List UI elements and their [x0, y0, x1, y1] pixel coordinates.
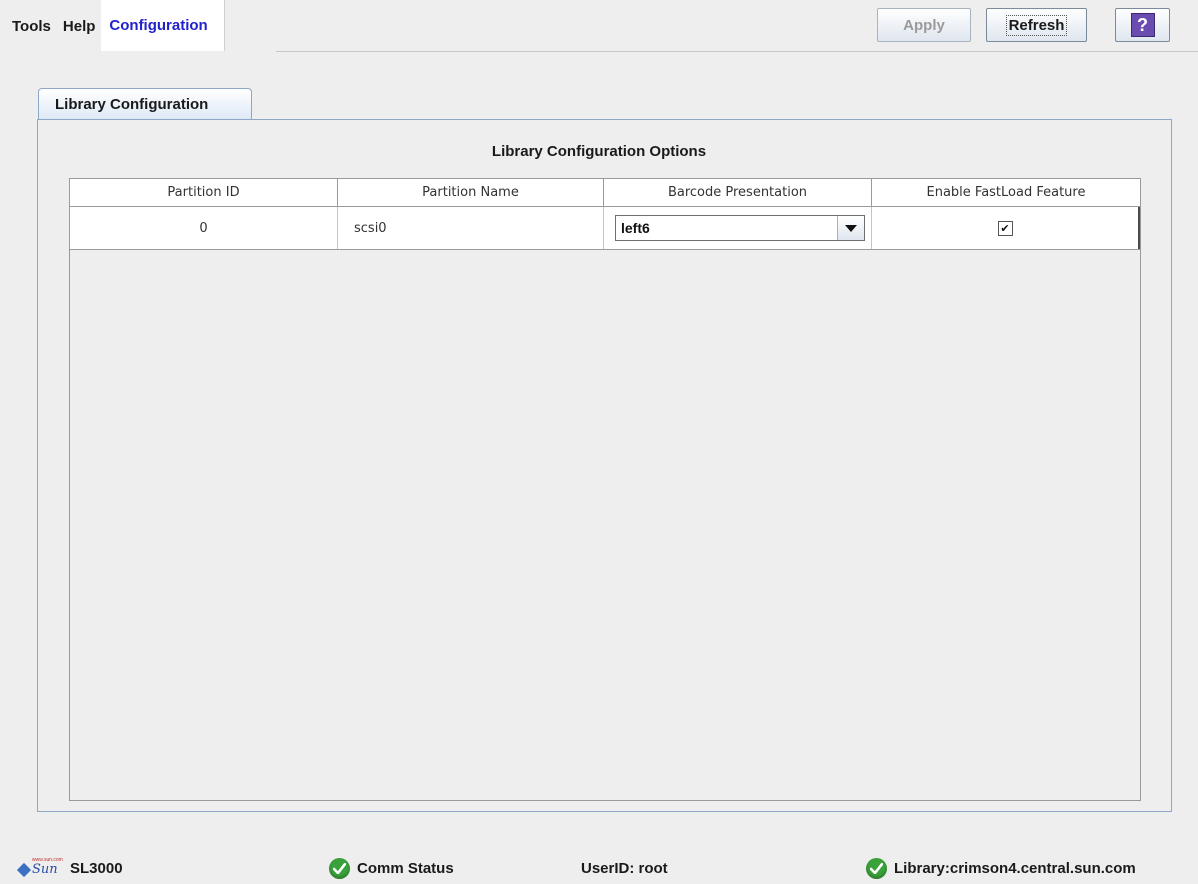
column-header-fastload[interactable]: Enable FastLoad Feature — [872, 179, 1140, 206]
menu-bar: Tools Help Configuration — [0, 0, 225, 52]
help-button[interactable]: ? — [1115, 8, 1170, 42]
status-user: UserID: root — [581, 856, 668, 880]
fastload-checkbox[interactable]: ✔ — [997, 220, 1013, 236]
comm-status-label: Comm Status — [357, 859, 454, 877]
apply-button-label: Apply — [903, 16, 945, 34]
apply-button[interactable]: Apply — [877, 8, 971, 42]
status-comm: Comm Status — [329, 856, 454, 880]
check-circle-icon — [329, 857, 350, 879]
dropdown-arrow-button[interactable] — [837, 216, 864, 240]
library-config-table: Partition ID Partition Name Barcode Pres… — [69, 178, 1141, 801]
refresh-button-label: Refresh — [1005, 14, 1068, 36]
column-header-partition-id[interactable]: Partition ID — [70, 179, 338, 206]
library-host-label: Library:crimson4.central.sun.com — [894, 859, 1136, 877]
status-library: Library:crimson4.central.sun.com — [866, 856, 1136, 880]
tab-library-configuration[interactable]: Library Configuration — [38, 88, 252, 120]
panel-title: Library Configuration Options — [491, 143, 707, 160]
check-circle-icon — [866, 857, 887, 879]
column-header-partition-name[interactable]: Partition Name — [338, 179, 604, 206]
barcode-presentation-value: left6 — [621, 220, 650, 236]
sun-logo-icon: www.sun.com Sun — [16, 857, 63, 879]
refresh-button[interactable]: Refresh — [986, 8, 1087, 42]
menu-tools[interactable]: Tools — [0, 0, 57, 52]
column-header-barcode-presentation[interactable]: Barcode Presentation — [604, 179, 872, 206]
status-model: www.sun.com Sun SL3000 — [16, 856, 123, 880]
chevron-down-icon — [845, 224, 857, 232]
library-model-label: SL3000 — [70, 859, 123, 877]
cell-partition-id: 0 — [70, 207, 338, 249]
barcode-presentation-dropdown[interactable]: left6 — [615, 215, 865, 241]
checkmark-icon: ✔ — [1000, 221, 1010, 235]
help-icon: ? — [1130, 13, 1155, 37]
toolbar-divider — [276, 51, 1198, 52]
menu-configuration[interactable]: Configuration — [101, 0, 225, 51]
status-bar: www.sun.com Sun SL3000 Comm Status UserI… — [0, 852, 1198, 884]
cell-partition-name: scsi0 — [338, 207, 604, 249]
top-toolbar: Tools Help Configuration Apply Refresh ? — [0, 0, 1198, 52]
logo-diamond — [16, 862, 32, 878]
table-row[interactable]: 0 scsi0 left6 ✔ — [70, 207, 1140, 250]
logo-text: Sun — [32, 862, 58, 877]
cell-barcode-presentation: left6 — [604, 207, 872, 249]
table-header: Partition ID Partition Name Barcode Pres… — [70, 179, 1140, 207]
user-id-label: UserID: root — [581, 859, 668, 877]
menu-help[interactable]: Help — [57, 0, 102, 52]
cell-fastload: ✔ — [872, 207, 1140, 249]
